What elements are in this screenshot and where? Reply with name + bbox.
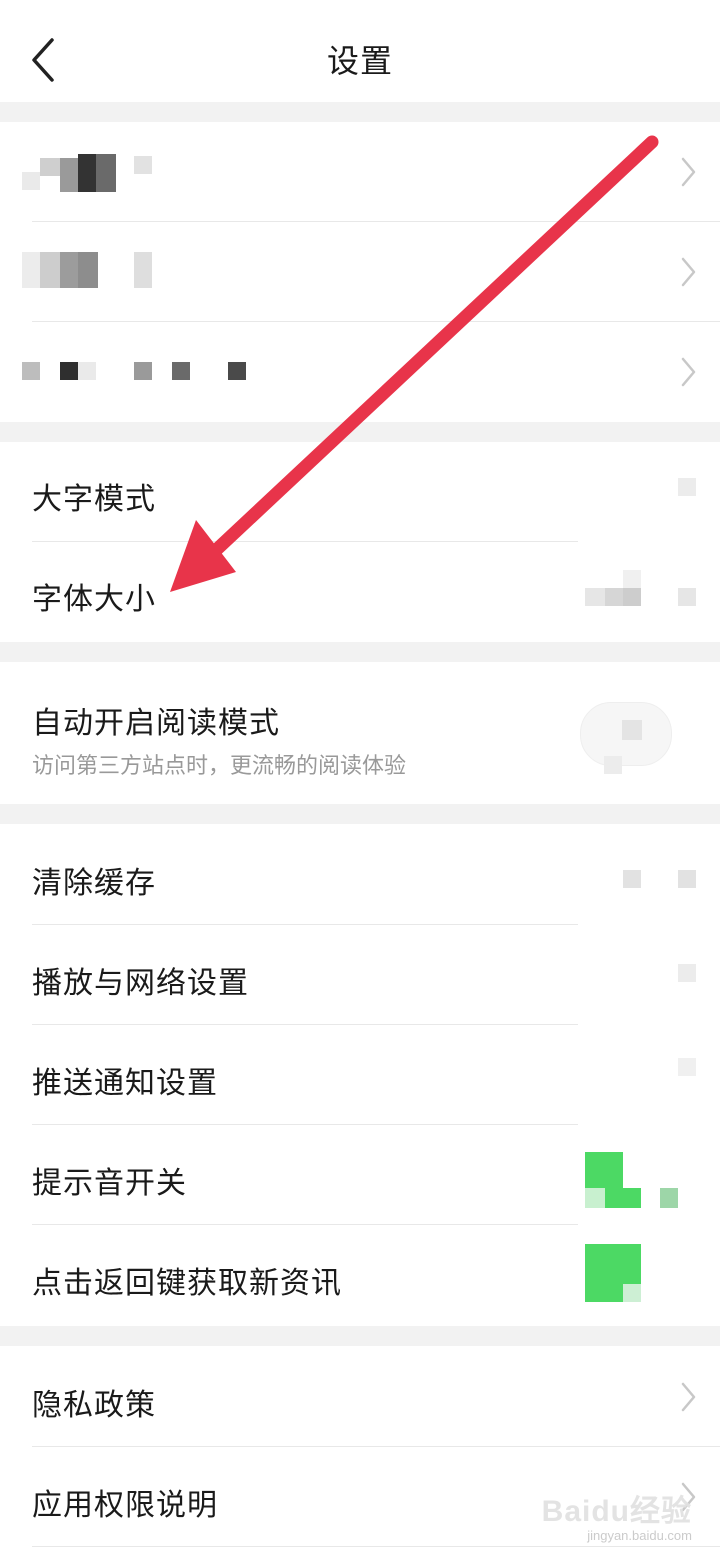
pixelated-control — [585, 1188, 605, 1208]
push-notify-label: 推送通知设置 — [32, 1066, 218, 1101]
back-key-refresh-label: 点击返回键获取新资讯 — [32, 1266, 342, 1301]
pixelated-value — [678, 588, 696, 606]
pixelated-text — [22, 362, 40, 380]
pixelated-value — [623, 588, 641, 606]
pixelated-control — [623, 1284, 641, 1302]
pixelated-control — [622, 720, 642, 740]
pixelated-text — [40, 252, 60, 288]
font-size-label: 字体大小 — [32, 582, 156, 617]
display-group: 大字模式 字体大小 — [0, 442, 720, 642]
reading-group: 自动开启阅读模式 访问第三方站点时，更流畅的阅读体验 — [0, 662, 720, 804]
back-key-refresh-row[interactable]: 点击返回键获取新资讯 — [0, 1224, 720, 1326]
pixelated-text — [78, 154, 96, 192]
pixelated-value — [605, 588, 623, 606]
large-mode-label: 大字模式 — [32, 482, 156, 517]
pixelated-text — [22, 172, 40, 190]
clear-cache-label: 清除缓存 — [32, 866, 156, 901]
account-row-1[interactable] — [0, 122, 720, 222]
pixelated-text — [96, 154, 116, 192]
pixelated-text — [60, 362, 78, 380]
pixelated-text — [60, 252, 78, 288]
playback-network-label: 播放与网络设置 — [32, 966, 249, 1001]
chevron-right-icon — [681, 357, 696, 387]
auto-read-description: 访问第三方站点时，更流畅的阅读体验 — [32, 754, 407, 779]
pixelated-value — [678, 870, 696, 888]
auto-read-label: 自动开启阅读模式 — [32, 706, 280, 741]
general-group: 清除缓存 播放与网络设置 推送通知设置 提示音开关 点击返回键获取新资讯 — [0, 824, 720, 1326]
pixelated-text — [60, 158, 78, 192]
pixelated-control — [678, 478, 696, 496]
pixelated-text — [134, 362, 152, 380]
chevron-right-icon — [681, 157, 696, 187]
large-mode-row[interactable]: 大字模式 — [0, 442, 720, 542]
clear-cache-row[interactable]: 清除缓存 — [0, 824, 720, 924]
permissions-label: 应用权限说明 — [32, 1488, 218, 1523]
privacy-label: 隐私政策 — [32, 1388, 156, 1423]
sound-switch-label: 提示音开关 — [32, 1166, 187, 1201]
pixelated-text — [134, 156, 152, 174]
watermark-brand: Baidu经验 — [541, 1495, 692, 1528]
watermark: Baidu经验 jingyan.baidu.com — [542, 1486, 692, 1543]
pixelated-text — [228, 362, 246, 380]
pixelated-text — [134, 252, 152, 288]
pixelated-control — [678, 964, 696, 982]
chevron-right-icon — [681, 1382, 696, 1412]
divider — [32, 1546, 720, 1547]
pixelated-control — [604, 756, 622, 774]
account-row-2[interactable] — [0, 222, 720, 322]
pixelated-value — [623, 570, 641, 588]
sound-switch-row[interactable]: 提示音开关 — [0, 1124, 720, 1224]
pixelated-control — [660, 1188, 678, 1208]
top-bar: 设置 — [0, 0, 720, 102]
pixelated-text — [78, 362, 96, 380]
font-size-row[interactable]: 字体大小 — [0, 542, 720, 642]
chevron-right-icon — [681, 257, 696, 287]
account-row-3[interactable] — [0, 322, 720, 422]
pixelated-value — [623, 870, 641, 888]
pixelated-value — [585, 588, 605, 606]
pixelated-control — [585, 1284, 623, 1302]
sound-switch-toggle[interactable] — [585, 1152, 623, 1190]
privacy-row[interactable]: 隐私政策 — [0, 1346, 720, 1446]
watermark-url: jingyan.baidu.com — [587, 1528, 692, 1543]
pixelated-control — [605, 1188, 641, 1208]
pixelated-text — [40, 158, 60, 176]
page-title: 设置 — [326, 42, 393, 80]
push-notify-row[interactable]: 推送通知设置 — [0, 1024, 720, 1124]
pixelated-text — [172, 362, 190, 380]
pixelated-control — [678, 1058, 696, 1076]
auto-read-row: 自动开启阅读模式 访问第三方站点时，更流畅的阅读体验 — [0, 662, 720, 804]
playback-network-row[interactable]: 播放与网络设置 — [0, 924, 720, 1024]
account-group — [0, 122, 720, 422]
pixelated-text — [78, 252, 98, 288]
pixelated-text — [22, 252, 40, 288]
back-key-refresh-toggle[interactable] — [585, 1244, 641, 1284]
